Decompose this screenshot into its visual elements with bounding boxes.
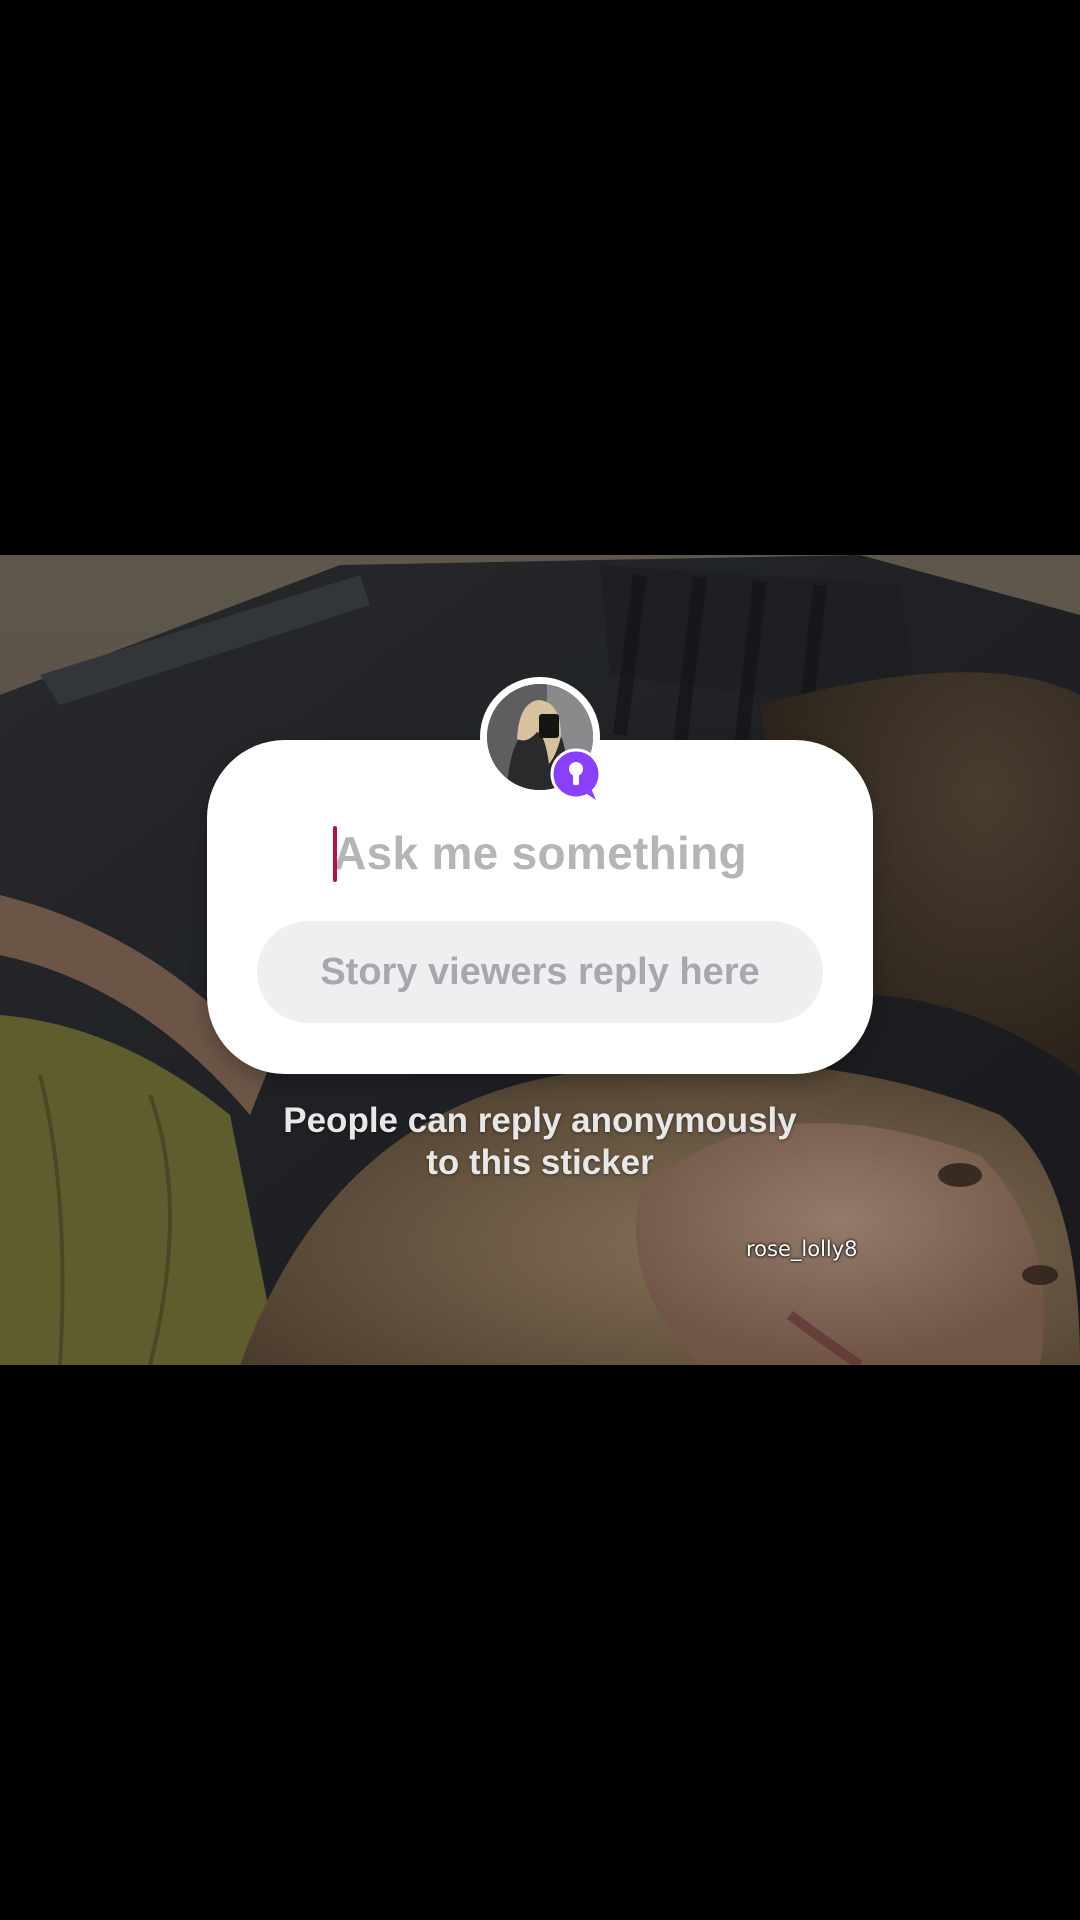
question-input[interactable]: Ask me something [207,822,873,884]
lock-icon [550,748,606,804]
reply-field[interactable]: Story viewers reply here [257,921,823,1023]
hint-line-2: to this sticker [426,1143,654,1182]
hint-line-1: People can reply anonymously [283,1101,797,1140]
letterbox-bottom [0,1365,1080,1920]
username-watermark: rose_lolly8 [746,1237,858,1261]
anonymous-hint: People can reply anonymously to this sti… [190,1100,890,1184]
text-caret [333,826,337,882]
letterbox-top [0,0,1080,555]
